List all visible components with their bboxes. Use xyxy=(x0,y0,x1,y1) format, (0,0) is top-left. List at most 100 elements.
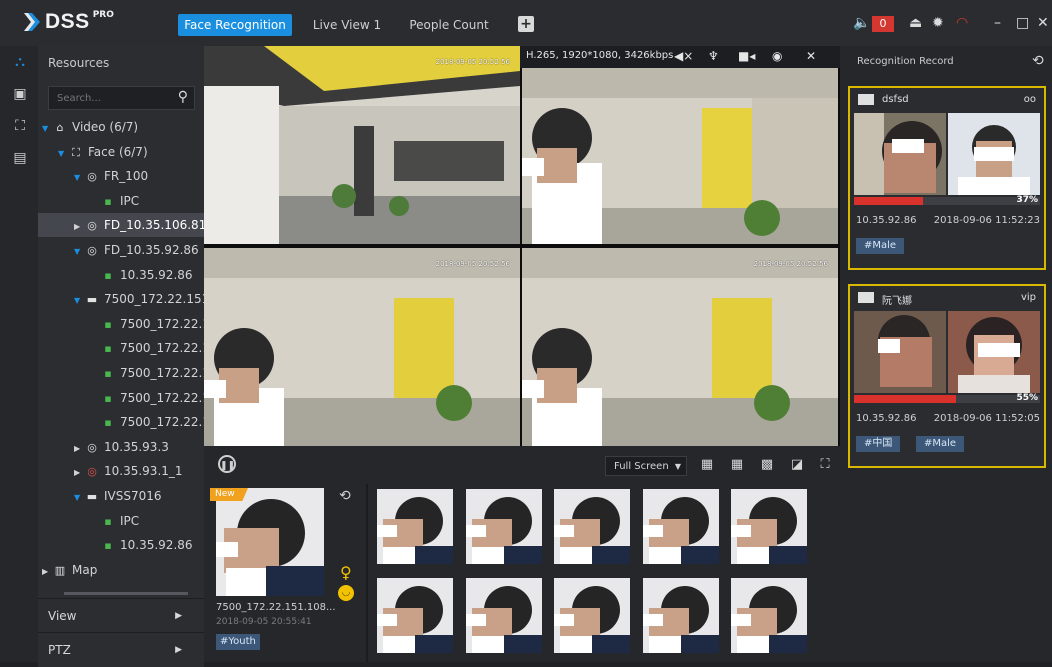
capture-thumbnail[interactable] xyxy=(731,489,807,564)
capture-thumbnail[interactable] xyxy=(377,578,453,653)
close-icon[interactable]: ✕ xyxy=(1037,15,1049,31)
video-timestamp: 2018-09-05 20:52:56 xyxy=(753,260,828,268)
chevron-down-icon[interactable]: ▼ xyxy=(42,117,52,139)
tree-row-label: FD_10.35.106.81 xyxy=(104,218,204,233)
recognition-card[interactable]: 阮飞娜 vip 55% 10.35.92.86 2018-09-06 11:52… xyxy=(848,284,1046,468)
tree-row[interactable]: ▼▬ 7500_172.22.151.1 xyxy=(38,287,204,311)
capture-thumbnail[interactable] xyxy=(465,489,542,564)
video-window-3[interactable]: 2018-09-05 20:52:56 xyxy=(204,248,520,446)
latest-capture-image[interactable] xyxy=(216,488,324,596)
tree-row-label: 10.35.92.86 xyxy=(120,267,193,282)
tab-people-count[interactable]: People Count xyxy=(402,14,496,36)
report-icon[interactable]: ▤ xyxy=(11,150,29,168)
device-ip: 10.35.92.86 xyxy=(856,413,917,424)
tree-row[interactable]: ▼ ◎ FR_100 xyxy=(38,164,204,188)
chevron-down-icon[interactable]: ▼ xyxy=(74,289,84,311)
tab-live-view-1[interactable]: Live View 1 xyxy=(303,14,391,36)
tree-row[interactable]: ▪ 7500_172.22.1! xyxy=(38,312,204,336)
layout-9-icon[interactable]: ▦ xyxy=(730,458,744,472)
mute-icon[interactable]: ◀× xyxy=(674,49,693,63)
tree-row[interactable]: ▼ ▬ IVSS7016 xyxy=(38,484,204,508)
search-input[interactable] xyxy=(49,87,167,109)
video-window-1[interactable]: 2018-09-05 20:52:56 xyxy=(204,46,520,244)
close-video-icon[interactable]: ✕ xyxy=(806,49,816,63)
capture-thumbnail[interactable] xyxy=(377,489,453,564)
capture-thumbnail[interactable] xyxy=(731,578,807,653)
add-tab-button[interactable]: + xyxy=(518,16,534,32)
search-icon[interactable]: ⚲ xyxy=(178,89,188,105)
record-datetime: 2018-09-06 11:52:23 xyxy=(933,215,1040,226)
chevron-down-icon[interactable]: ▼ xyxy=(74,240,84,262)
tree-row[interactable]: ▶ ◎ FD_10.35.106.81 xyxy=(38,213,204,238)
maximize-icon[interactable]: □ xyxy=(1016,15,1029,31)
alarm-icon[interactable]: ◠ xyxy=(956,15,968,31)
tree-row-label: IPC xyxy=(120,513,140,528)
capture-time: 2018-09-05 20:55:41 xyxy=(216,617,312,627)
capture-thumbnail[interactable] xyxy=(642,578,719,653)
app-name: DSS xyxy=(45,10,90,33)
chevron-right-icon[interactable]: ▶ xyxy=(42,560,52,582)
tree-row[interactable]: ▶ ◎ 10.35.93.1_1 xyxy=(38,459,204,483)
snapshot-icon[interactable]: ◉ xyxy=(772,49,782,63)
layout-4-icon[interactable]: ▦ xyxy=(700,458,714,472)
speaker-icon[interactable]: 🔈 xyxy=(853,15,870,31)
chevron-down-icon[interactable]: ▼ xyxy=(74,166,84,188)
tree-row[interactable]: ▪ 7500_172.22.1! xyxy=(38,386,204,410)
tree-row[interactable]: ▼ ⛶ Face (6/7) xyxy=(38,140,204,164)
record-icon[interactable]: ■◂ xyxy=(738,49,755,63)
tree-scrollbar[interactable] xyxy=(64,592,188,595)
office-scene xyxy=(204,46,520,244)
capture-thumbnail[interactable] xyxy=(642,489,719,564)
face-list-name: vip xyxy=(1020,292,1036,303)
camera-icon: ▪ xyxy=(104,367,112,380)
fullscreen-icon[interactable]: ⛶ xyxy=(818,458,832,472)
tab-face-recognition[interactable]: Face Recognition xyxy=(178,14,292,36)
tree-row-label: Video (6/7) xyxy=(72,120,139,134)
tree-row[interactable]: ▪ 7500_172.22.1! xyxy=(38,410,204,434)
chevron-down-icon[interactable]: ▼ xyxy=(58,142,68,164)
pause-button[interactable]: ❚❚ xyxy=(218,455,236,473)
tree-row[interactable]: ▶ ◎ 10.35.93.3 xyxy=(38,435,204,459)
gear-icon[interactable]: ✹ xyxy=(932,15,944,31)
history-icon[interactable]: ⟲ xyxy=(339,488,351,504)
tree-row[interactable]: ▼ ⌂ Video (6/7) xyxy=(38,115,204,139)
tree-row-label: FR_100 xyxy=(104,169,149,184)
history-icon[interactable]: ⟲ xyxy=(1032,53,1044,69)
tree-row[interactable]: ▪ 7500_172.22.1! xyxy=(38,361,204,385)
tree-row[interactable]: ▶ ▥ Map xyxy=(38,558,204,582)
video-window-2[interactable] xyxy=(522,68,838,244)
privacy-mask xyxy=(878,339,900,353)
tree-row[interactable]: ▪ IPC xyxy=(38,509,204,533)
face-capture-icon[interactable]: ⛶ xyxy=(11,118,29,136)
capture-channel-name: 7500_172.22.151.108... xyxy=(216,602,336,613)
tree-row[interactable]: ▪ 7500_172.22.1! xyxy=(38,336,204,360)
capture-thumbnail[interactable] xyxy=(465,578,542,653)
chevron-right-icon[interactable]: ▶ xyxy=(74,215,84,237)
chevron-right-icon[interactable]: ▶ xyxy=(74,437,84,459)
chevron-down-icon[interactable]: ▼ xyxy=(74,486,84,508)
divider xyxy=(366,484,368,662)
tree-row[interactable]: ▪ 10.35.92.86 xyxy=(38,263,204,287)
tree-row[interactable]: ▪ 10.35.92.86 xyxy=(38,533,204,557)
face-search-icon[interactable]: ▣ xyxy=(11,86,29,104)
video-window-4[interactable]: 2018-09-05 20:52:56 xyxy=(522,248,838,446)
layout-16-icon[interactable]: ▩ xyxy=(760,458,774,472)
privacy-mask xyxy=(377,614,397,626)
privacy-mask xyxy=(892,139,924,153)
capture-thumbnail[interactable] xyxy=(554,578,630,653)
minimize-icon[interactable]: – xyxy=(994,15,1001,31)
alarm-count-badge[interactable]: 0 xyxy=(872,16,894,32)
resources-icon[interactable]: ⛬ xyxy=(11,54,29,72)
screen-mode-select[interactable]: Full Screen ▼ xyxy=(605,456,687,476)
user-icon[interactable]: ⏏ xyxy=(909,15,922,31)
tree-row[interactable]: ▪ IPC xyxy=(38,189,204,213)
custom-layout-icon[interactable]: ◪ xyxy=(790,458,804,472)
microphone-icon[interactable]: ♆ xyxy=(708,49,719,63)
camera-icon: ▪ xyxy=(104,416,112,430)
view-panel-tab[interactable]: View ▶ xyxy=(38,598,204,633)
tree-row-label: Map xyxy=(72,562,98,577)
chevron-right-icon[interactable]: ▶ xyxy=(74,461,84,483)
tree-row[interactable]: ▼ ◎ FD_10.35.92.86 xyxy=(38,238,204,262)
capture-thumbnail[interactable] xyxy=(554,489,630,564)
recognition-card[interactable]: dsfsd oo 37% 10.35.92.86 2018-09-06 11:5… xyxy=(848,86,1046,270)
